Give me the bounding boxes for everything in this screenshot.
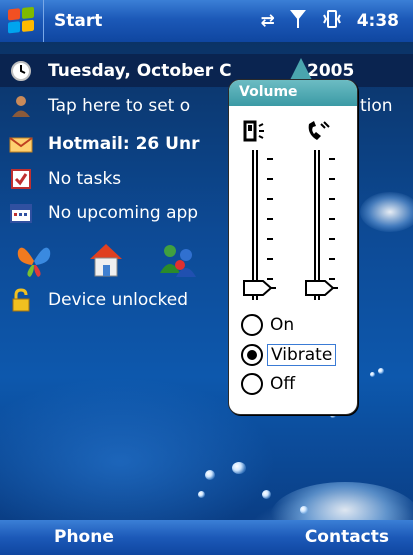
sync-icon[interactable]: ⇄ [260, 11, 274, 31]
ringer-volume-thumb[interactable] [305, 280, 338, 296]
water-drop [378, 368, 384, 374]
slider-tick [329, 158, 335, 160]
date-text: Tuesday, October C [48, 60, 232, 81]
radio-off-label: Off [270, 374, 296, 394]
mail-icon [8, 132, 34, 156]
signal-icon[interactable] [289, 8, 307, 35]
water-drop [232, 462, 246, 474]
title-bar: Start ⇄ 4:38 [0, 0, 413, 42]
home-icon[interactable] [84, 237, 128, 281]
water-splash [270, 482, 413, 520]
clock[interactable]: 4:38 [357, 11, 399, 31]
slider-tick [267, 158, 273, 160]
soft-key-bar: Phone Contacts [0, 520, 413, 555]
volume-popup: Volume On Vibrate Off [228, 79, 358, 415]
water-drop [300, 506, 308, 514]
start-title[interactable]: Start [54, 11, 102, 31]
lock-status-text: Device unlocked [48, 289, 189, 310]
padlock-icon [8, 287, 34, 312]
ringer-volume-slider[interactable] [301, 120, 341, 310]
owner-icon [8, 94, 34, 118]
water-drop [262, 490, 271, 499]
owner-text: Tap here to set o [48, 95, 191, 116]
slider-tick [329, 198, 335, 200]
ringer-icon [305, 120, 335, 142]
contacts-softkey[interactable]: Contacts [305, 527, 389, 547]
radio-vibrate-label: Vibrate [267, 344, 337, 366]
volume-title: Volume [229, 80, 357, 106]
radio-off[interactable]: Off [241, 370, 351, 398]
device-volume-track[interactable] [252, 150, 258, 300]
water-drop [205, 470, 215, 480]
slider-tick [267, 258, 273, 260]
msn-butterfly-icon[interactable] [12, 237, 56, 281]
radio-on-circle[interactable] [241, 314, 263, 336]
device-volume-slider[interactable] [239, 120, 279, 310]
slider-tick [329, 238, 335, 240]
slider-tick [329, 178, 335, 180]
popup-pointer [290, 58, 312, 80]
water-drop [370, 372, 375, 377]
slider-tick [267, 218, 273, 220]
windows-start-icon[interactable] [0, 0, 44, 42]
clock-icon [8, 59, 34, 83]
phone-softkey[interactable]: Phone [54, 527, 114, 547]
radio-on-label: On [270, 315, 295, 335]
radio-off-circle[interactable] [241, 373, 263, 395]
owner-text-tail: tion [360, 95, 393, 116]
slider-tick [329, 258, 335, 260]
date-year: 2005 [307, 60, 355, 81]
calendar-text: No upcoming app [48, 202, 199, 223]
mail-text: Hotmail: 26 Unr [48, 133, 200, 154]
ringer-volume-track[interactable] [314, 150, 320, 300]
water-drop [198, 491, 205, 498]
slider-tick [267, 198, 273, 200]
radio-vibrate[interactable]: Vibrate [241, 341, 351, 369]
slider-tick [267, 238, 273, 240]
calendar-icon [8, 201, 34, 225]
vibrate-icon[interactable] [321, 9, 343, 34]
people-icon[interactable] [156, 237, 200, 281]
tasks-icon [8, 167, 34, 191]
radio-on[interactable]: On [241, 311, 351, 339]
radio-vibrate-circle[interactable] [241, 344, 263, 366]
tasks-text: No tasks [48, 168, 122, 189]
slider-tick [329, 218, 335, 220]
slider-tick [267, 178, 273, 180]
phone-speaker-icon [243, 120, 273, 142]
device-volume-thumb[interactable] [243, 280, 276, 296]
system-tray: ⇄ 4:38 [260, 8, 399, 35]
